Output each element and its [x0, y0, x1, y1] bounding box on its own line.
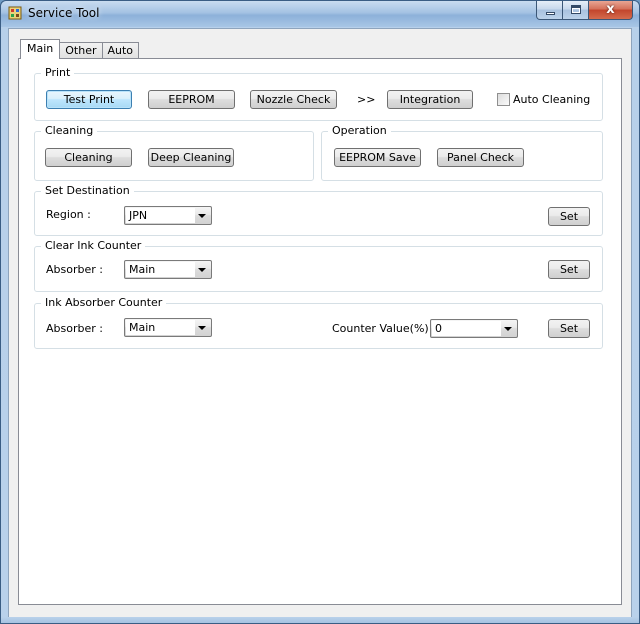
region-select[interactable]: JPN	[124, 206, 212, 225]
close-icon: x	[606, 2, 615, 17]
chevron-down-icon	[504, 327, 512, 331]
absorber-counter-label: Absorber :	[46, 322, 103, 335]
minimize-icon	[546, 12, 555, 15]
service-tool-window: Service Tool x Main Other Auto Print Tes…	[0, 0, 640, 624]
arrows-label: >>	[357, 93, 376, 106]
maximize-button[interactable]	[563, 1, 589, 20]
tab-main[interactable]: Main	[20, 39, 61, 59]
eeprom-button[interactable]: EEPROM	[148, 90, 235, 109]
chevron-down-icon	[198, 268, 206, 272]
tab-other[interactable]: Other	[59, 42, 103, 59]
operation-group-title: Operation	[328, 124, 391, 138]
title-bar[interactable]: Service Tool x	[1, 1, 639, 27]
region-select-value: JPN	[126, 208, 195, 223]
eeprom-save-button[interactable]: EEPROM Save	[334, 148, 421, 167]
ink-absorber-counter-set-button[interactable]: Set	[548, 319, 590, 338]
clear-absorber-select-value: Main	[126, 262, 195, 277]
window-title: Service Tool	[28, 6, 100, 20]
deep-cleaning-button[interactable]: Deep Cleaning	[148, 148, 234, 167]
print-group-title: Print	[41, 66, 75, 80]
app-icon	[8, 6, 22, 20]
client-area: Main Other Auto Print Test Print EEPROM …	[8, 28, 632, 618]
clear-absorber-label: Absorber :	[46, 263, 103, 276]
ink-absorber-counter-group-title: Ink Absorber Counter	[41, 296, 167, 310]
chevron-down-icon	[198, 214, 206, 218]
set-destination-group-title: Set Destination	[41, 184, 134, 198]
tab-auto[interactable]: Auto	[101, 42, 140, 59]
clear-ink-counter-set-button[interactable]: Set	[548, 260, 590, 279]
main-tab-panel: Print Test Print EEPROM Nozzle Check >> …	[18, 58, 622, 605]
chevron-down-icon	[198, 326, 206, 330]
clear-absorber-select[interactable]: Main	[124, 260, 212, 279]
clear-ink-counter-group-title: Clear Ink Counter	[41, 239, 146, 253]
cleaning-group-title: Cleaning	[41, 124, 98, 138]
auto-cleaning-label[interactable]: Auto Cleaning	[513, 93, 590, 107]
integration-button[interactable]: Integration	[387, 90, 473, 109]
set-destination-group: Set Destination Region : JPN Set	[34, 184, 603, 236]
ink-absorber-counter-group: Ink Absorber Counter Absorber : Main Cou…	[34, 296, 603, 349]
panel-check-button[interactable]: Panel Check	[437, 148, 524, 167]
window-controls: x	[536, 1, 633, 20]
close-button[interactable]: x	[589, 1, 633, 20]
tab-strip: Main Other Auto	[20, 39, 140, 59]
region-label: Region :	[46, 208, 91, 221]
absorber-counter-select[interactable]: Main	[124, 318, 212, 337]
auto-cleaning-checkbox[interactable]	[497, 93, 510, 106]
nozzle-check-button[interactable]: Nozzle Check	[250, 90, 337, 109]
counter-value-select[interactable]: 0	[430, 319, 518, 338]
operation-group: Operation EEPROM Save Panel Check	[321, 124, 603, 181]
maximize-icon	[571, 5, 581, 14]
absorber-counter-select-value: Main	[126, 320, 195, 335]
test-print-button[interactable]: Test Print	[46, 90, 132, 109]
clear-ink-counter-group: Clear Ink Counter Absorber : Main Set	[34, 239, 603, 292]
counter-value-select-value: 0	[432, 321, 501, 336]
set-destination-set-button[interactable]: Set	[548, 207, 590, 226]
window-bottom-edge	[1, 617, 639, 623]
minimize-button[interactable]	[536, 1, 563, 20]
cleaning-group: Cleaning Cleaning Deep Cleaning	[34, 124, 314, 181]
cleaning-button[interactable]: Cleaning	[45, 148, 132, 167]
print-group: Print Test Print EEPROM Nozzle Check >> …	[34, 66, 603, 121]
counter-value-label: Counter Value(%) :	[332, 322, 436, 335]
